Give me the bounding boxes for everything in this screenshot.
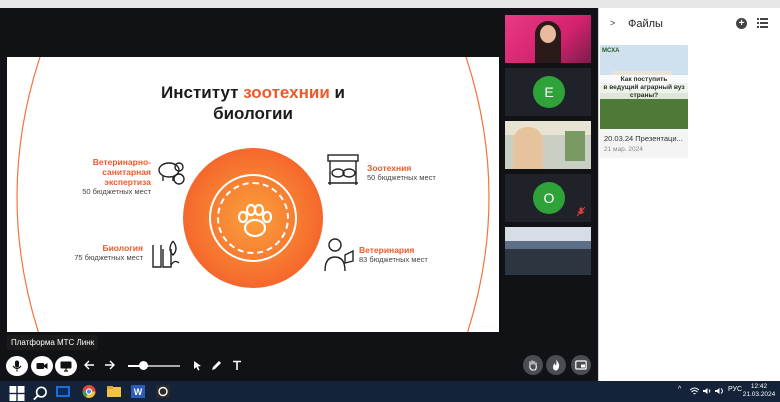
item-sub: 83 бюджетных мест xyxy=(359,255,428,264)
title-part: Институт xyxy=(161,83,244,102)
collapse-chevron-icon[interactable]: > xyxy=(610,18,615,28)
pen-icon[interactable] xyxy=(211,360,222,371)
emblem-ring xyxy=(209,174,297,262)
item-sub: 50 бюджетных мест xyxy=(82,187,151,196)
word-icon[interactable]: W xyxy=(130,384,146,399)
title-accent: зоотехнии xyxy=(243,83,330,102)
files-panel-header: > Файлы + xyxy=(599,8,780,40)
paw-icon xyxy=(237,203,273,238)
item-biology: Биология 75 бюджетных мест xyxy=(51,243,143,263)
file-card[interactable]: МСХА Как поступить в ведущий аграрный ву… xyxy=(600,45,688,158)
arrow-left-icon[interactable] xyxy=(84,360,95,370)
avatar: О xyxy=(533,182,565,214)
windows-icon[interactable] xyxy=(9,386,25,401)
panel-title: Файлы xyxy=(628,18,663,30)
participant-tile-5[interactable] xyxy=(505,227,591,275)
speaker-icon[interactable] xyxy=(703,387,712,395)
item-zootechny: Зоотехния 50 бюджетных мест xyxy=(367,163,477,183)
participant-silhouette xyxy=(513,127,543,169)
title-line2: биологии xyxy=(213,104,293,123)
camera-button[interactable] xyxy=(31,356,53,376)
file-explorer-icon[interactable] xyxy=(106,384,122,399)
chrome-icon[interactable] xyxy=(81,384,97,399)
slide-watermark: · · · · · · · · xyxy=(474,324,493,329)
thumb-text: Как поступить в ведущий аграрный вуз стр… xyxy=(600,76,688,100)
audience-crowd xyxy=(505,249,591,275)
list-view-icon[interactable] xyxy=(757,18,768,28)
network-icon[interactable] xyxy=(690,387,699,395)
svg-text:W: W xyxy=(134,387,143,397)
participant-tile-4[interactable]: О xyxy=(505,174,591,222)
avatar: Е xyxy=(533,76,565,108)
participant-tile-1[interactable] xyxy=(505,15,591,63)
thumb-line: Как поступить xyxy=(620,76,668,83)
camera-icon xyxy=(36,363,48,369)
layout-button[interactable] xyxy=(571,355,591,375)
screen-icon xyxy=(60,361,72,372)
language-indicator[interactable]: РУС xyxy=(728,386,742,393)
livestock-icon xyxy=(327,154,359,185)
text-icon[interactable] xyxy=(232,360,242,371)
raise-hand-button[interactable] xyxy=(523,355,543,375)
slide-title: Институт зоотехнии и биологии xyxy=(7,82,499,124)
item-name: Зоотехния xyxy=(367,163,412,173)
mic-icon xyxy=(12,360,22,372)
institute-emblem xyxy=(183,148,323,288)
tray-arrow-icon[interactable]: ^ xyxy=(678,386,681,393)
file-name: 20.03.24 Презентаци... xyxy=(604,134,683,143)
cursor-icon[interactable] xyxy=(193,360,202,371)
clock-time: 12:42 xyxy=(750,383,768,390)
platform-tooltip: Платформа МТС Линк xyxy=(7,335,99,350)
participant-tile-3[interactable] xyxy=(505,121,591,169)
biology-icon xyxy=(152,240,180,268)
add-file-icon[interactable]: + xyxy=(736,18,747,29)
participant-tile-2[interactable]: Е xyxy=(505,68,591,116)
layout-icon xyxy=(575,360,587,370)
mic-button[interactable] xyxy=(6,356,28,376)
reaction-button[interactable] xyxy=(546,355,566,375)
thumb-line: страны? xyxy=(629,92,659,99)
clock-date: 21.03.2024 xyxy=(742,391,776,398)
item-name: санитарная экспертиза xyxy=(102,167,151,187)
item-veterinary: Ветеринария 83 бюджетных мест xyxy=(359,245,469,265)
item-name: Биология xyxy=(102,243,143,253)
volume-icon[interactable] xyxy=(715,387,724,395)
item-name: Ветеринария xyxy=(359,245,415,255)
item-sub: 50 бюджетных мест xyxy=(367,173,436,182)
task-view-icon[interactable] xyxy=(55,384,71,399)
arrow-right-icon[interactable] xyxy=(104,360,115,370)
app-icon[interactable] xyxy=(155,384,171,399)
screen-banner xyxy=(505,227,591,241)
top-strip xyxy=(0,0,780,8)
presentation-slide: Институт зоотехнии и биологии Ветеринарн… xyxy=(7,57,499,332)
screen-share-button[interactable] xyxy=(55,356,77,376)
pig-icon xyxy=(158,162,185,185)
thumb-line: в ведущий аграрный вуз xyxy=(603,84,685,91)
fire-icon xyxy=(553,359,560,371)
taskbar-clock[interactable]: 12:42 21.03.2024 xyxy=(742,383,776,399)
item-name: Ветеринарно- xyxy=(92,157,151,167)
search-icon[interactable] xyxy=(32,386,48,401)
thumb-logo: МСХА xyxy=(602,48,620,54)
file-date: 21 мар. 2024 xyxy=(604,146,643,153)
mic-off-icon xyxy=(577,207,585,217)
file-thumbnail: МСХА Как поступить в ведущий аграрный ву… xyxy=(600,45,688,129)
participant-face xyxy=(540,25,556,43)
title-part: и xyxy=(329,83,345,102)
hand-icon xyxy=(529,360,537,371)
room-plant xyxy=(565,131,585,161)
item-sub: 75 бюджетных мест xyxy=(74,253,143,262)
item-vet-sanitary: Ветеринарно- санитарная экспертиза 50 бю… xyxy=(59,157,151,197)
veterinarian-icon xyxy=(324,238,354,272)
